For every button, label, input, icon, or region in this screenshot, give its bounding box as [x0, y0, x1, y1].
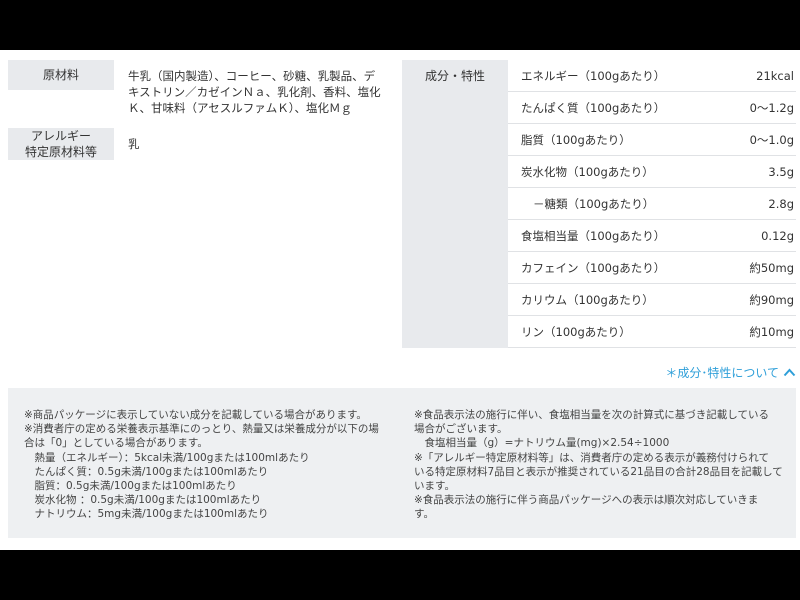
notes-left: ※商品パッケージに表示していない成分を記載している場合があります。 ※消費者庁の… — [24, 408, 394, 522]
nutrition-row: 炭水化物（100gあたり） 3.5g — [508, 156, 796, 188]
allergen-label-line: 特定原材料等 — [24, 145, 97, 159]
nutrient-name: エネルギー（100gあたり） — [521, 68, 666, 83]
allergen-value: 乳 — [128, 137, 140, 151]
nutrient-value: 約90mg — [749, 292, 794, 307]
note-line: ※商品パッケージに表示していない成分を記載している場合があります。 — [24, 409, 367, 421]
nutrient-name: カフェイン（100gあたり） — [521, 260, 666, 275]
nutrient-name: 食塩相当量（100gあたり） — [521, 228, 666, 243]
note-line: 食塩相当量（g）=ナトリウム量(mg)×2.54÷1000 — [414, 437, 670, 450]
nutrient-name: リン（100gあたり） — [521, 324, 631, 339]
nutrition-about-label: ＊成分･特性について — [665, 366, 779, 380]
note-line: 合は「0」としている場合があります。 — [24, 437, 208, 450]
note-line: 炭水化物 ：0.5g未満/100gまたは100mlあたり — [24, 494, 262, 507]
nutrient-name: 炭水化物（100gあたり） — [521, 164, 654, 179]
note-line: ※「アレルギー特定原材料等」は、消費者庁の定める表示が義務付けられて — [414, 451, 769, 464]
chevron-up-icon — [783, 368, 796, 377]
note-line: 熱量（エネルギー）：5kcal未満/100gまたは100mlあたり — [24, 451, 310, 464]
nutrient-value: 約10mg — [749, 324, 794, 339]
note-line: 脂質：0.5g未満/100gまたは100mlあたり — [24, 480, 237, 493]
note-line: います。 — [414, 480, 455, 493]
nutrition-about-link[interactable]: ＊成分･特性について — [665, 364, 796, 381]
note-line: ※食品表示法の施行に伴い、食塩相当量を次の計算式に基づき記載している — [414, 409, 769, 421]
nutrition-row: カリウム（100gあたり） 約90mg — [508, 284, 796, 316]
nutrient-value: 2.8g — [768, 196, 794, 211]
nutrient-value: 約50mg — [749, 260, 794, 275]
nutrition-row: 脂質（100gあたり） 0～1.0g — [508, 124, 796, 156]
ingredients-line: キストリン／カゼインＮａ、乳化剤、香料、塩化 — [128, 85, 381, 99]
note-line: 場合がございます。 — [414, 423, 508, 436]
nutrition-row: エネルギー（100gあたり） 21kcal — [508, 60, 796, 92]
nutrition-row: たんぱく質（100gあたり） 0～1.2g — [508, 92, 796, 124]
nutrient-value: 0～1.0g — [749, 132, 794, 147]
allergen-label: アレルギー 特定原材料等 — [8, 128, 114, 160]
note-line: ナトリウム：5mg未満/100gまたは100mlあたり — [24, 508, 269, 521]
ingredients-line: 牛乳（国内製造）、コーヒー、砂糖、乳製品、デ — [128, 69, 376, 83]
ingredients-line: Ｋ、甘味料（アセスルファムＫ）、塩化Ｍｇ — [128, 101, 353, 115]
ingredients-label: 原材料 — [8, 60, 114, 90]
nutrient-name: たんぱく質（100gあたり） — [521, 100, 666, 115]
nutrition-label: 成分・特性 — [402, 60, 508, 348]
note-line: たんぱく質：0.5g未満/100gまたは100mlあたり — [24, 465, 269, 478]
note-line: ※消費者庁の定める栄養表示基準にのっとり、熱量又は栄養成分が以下の場 — [24, 423, 379, 436]
product-info-panel: 原材料 牛乳（国内製造）、コーヒー、砂糖、乳製品、デ キストリン／カゼインＮａ、… — [0, 50, 800, 550]
ingredients-value: 牛乳（国内製造）、コーヒー、砂糖、乳製品、デ キストリン／カゼインＮａ、乳化剤、… — [128, 68, 386, 116]
notes-right: ※食品表示法の施行に伴い、食塩相当量を次の計算式に基づき記載している 場合がござ… — [414, 408, 790, 522]
nutrient-name: カリウム（100gあたり） — [521, 292, 654, 307]
nutrition-table: エネルギー（100gあたり） 21kcal たんぱく質（100gあたり） 0～1… — [508, 60, 796, 348]
note-line: す。 — [414, 508, 434, 521]
nutrient-name: 脂質（100gあたり） — [521, 132, 631, 147]
notes-box: ※商品パッケージに表示していない成分を記載している場合があります。 ※消費者庁の… — [8, 388, 796, 538]
note-line: いる特定原材料7品目と表示が推奨されている21品目の合計28品目を記載して — [414, 465, 783, 478]
nutrient-name: －糖類（100gあたり） — [533, 196, 655, 211]
nutrient-value: 21kcal — [756, 68, 794, 83]
nutrition-row: カフェイン（100gあたり） 約50mg — [508, 252, 796, 284]
nutrition-row: 食塩相当量（100gあたり） 0.12g — [508, 220, 796, 252]
nutrition-row: －糖類（100gあたり） 2.8g — [508, 188, 796, 220]
allergen-label-line: アレルギー — [30, 129, 91, 143]
nutrient-value: 0.12g — [761, 228, 794, 243]
note-line: ※食品表示法の施行に伴う商品パッケージへの表示は順次対応していきま — [414, 494, 759, 507]
nutrition-row: リン（100gあたり） 約10mg — [508, 316, 796, 348]
nutrient-value: 3.5g — [768, 164, 794, 179]
nutrient-value: 0～1.2g — [749, 100, 794, 115]
